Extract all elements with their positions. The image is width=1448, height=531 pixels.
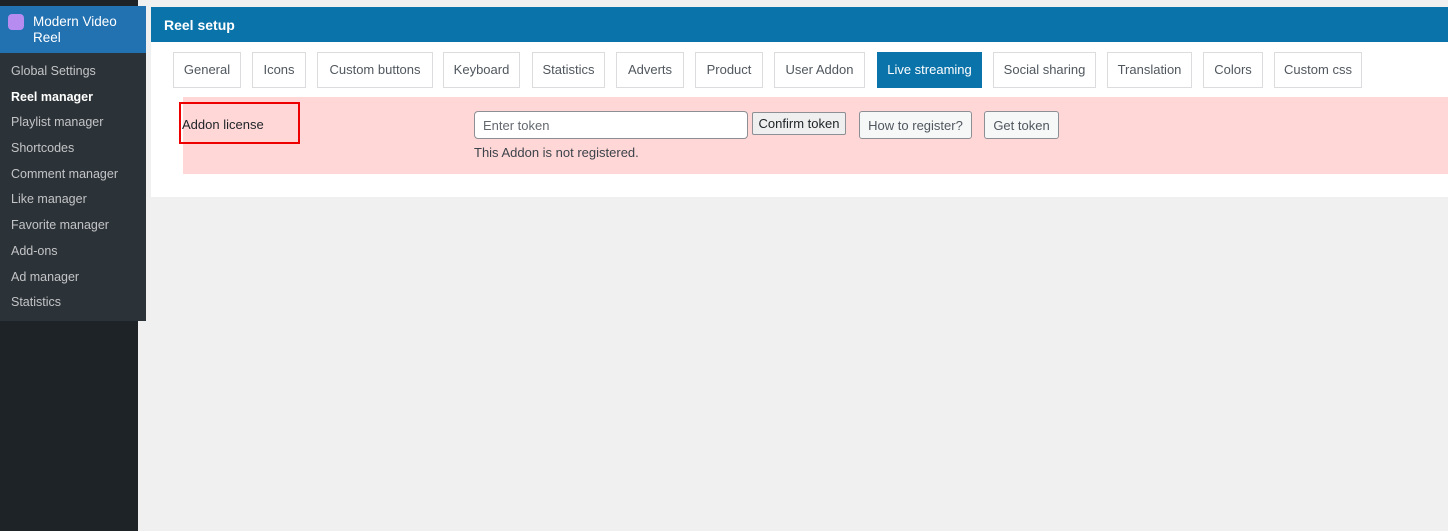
- tab-user-addon[interactable]: User Addon: [774, 52, 865, 88]
- sidebar-item-playlist-manager[interactable]: Playlist manager: [0, 111, 146, 137]
- tab-statistics[interactable]: Statistics: [532, 52, 605, 88]
- license-notice: [183, 97, 1448, 174]
- sidebar-item-reel-manager[interactable]: Reel manager: [0, 86, 146, 112]
- how-to-register-button[interactable]: How to register?: [859, 111, 972, 139]
- sidebar-item-comment-manager[interactable]: Comment manager: [0, 163, 146, 189]
- addon-license-label: Addon license: [182, 117, 264, 132]
- confirm-token-button[interactable]: Confirm token: [752, 112, 846, 135]
- video-reel-icon: [8, 14, 24, 30]
- sidebar-item-statistics[interactable]: Statistics: [0, 291, 146, 317]
- tab-live-streaming[interactable]: Live streaming: [877, 52, 982, 88]
- plugin-title: Modern Video Reel: [33, 14, 117, 45]
- settings-panel: General Icons Custom buttons Keyboard St…: [151, 42, 1448, 197]
- sidebar-item-like-manager[interactable]: Like manager: [0, 188, 146, 214]
- sidebar-item-global-settings[interactable]: Global Settings: [0, 60, 146, 86]
- tab-product[interactable]: Product: [695, 52, 763, 88]
- tab-adverts[interactable]: Adverts: [616, 52, 684, 88]
- tab-social-sharing[interactable]: Social sharing: [993, 52, 1096, 88]
- sidebar-item-favorite-manager[interactable]: Favorite manager: [0, 214, 146, 240]
- sidebar-item-add-ons[interactable]: Add-ons: [0, 240, 146, 266]
- registration-status: This Addon is not registered.: [474, 145, 639, 160]
- tab-general[interactable]: General: [173, 52, 241, 88]
- tab-custom-css[interactable]: Custom css: [1274, 52, 1362, 88]
- admin-top-strip: [0, 0, 1448, 6]
- tab-keyboard[interactable]: Keyboard: [443, 52, 520, 88]
- tab-icons[interactable]: Icons: [252, 52, 306, 88]
- tab-colors[interactable]: Colors: [1203, 52, 1263, 88]
- tab-translation[interactable]: Translation: [1107, 52, 1192, 88]
- sidebar-item-ad-manager[interactable]: Ad manager: [0, 266, 146, 292]
- sidebar-plugin-menu[interactable]: Modern Video Reel: [0, 6, 154, 53]
- token-input[interactable]: [474, 111, 748, 139]
- page-title: Reel setup: [151, 7, 1448, 42]
- sidebar-item-shortcodes[interactable]: Shortcodes: [0, 137, 146, 163]
- get-token-button[interactable]: Get token: [984, 111, 1059, 139]
- sidebar-submenu: Global Settings Reel manager Playlist ma…: [0, 53, 146, 321]
- tab-custom-buttons[interactable]: Custom buttons: [317, 52, 433, 88]
